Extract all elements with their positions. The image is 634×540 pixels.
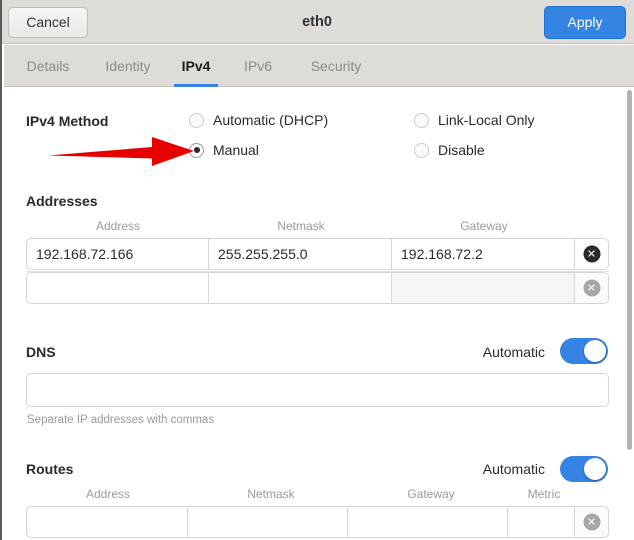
route-address-field-row1[interactable] xyxy=(26,506,188,538)
table-row: ✕ xyxy=(26,272,609,304)
route-metric-field-row1[interactable] xyxy=(508,506,575,538)
dns-servers-input[interactable] xyxy=(26,373,609,407)
delete-address-row1-button[interactable]: ✕ xyxy=(575,238,609,270)
network-connection-dialog: eth0 Cancel Apply Details Identity IPv4 … xyxy=(0,0,634,540)
radio-link-local-only[interactable]: Link-Local Only xyxy=(414,112,535,128)
address-field-row1[interactable]: 192.168.72.166 xyxy=(26,238,209,270)
route-gateway-field-row1[interactable] xyxy=(348,506,508,538)
radio-disable[interactable]: Disable xyxy=(414,142,485,158)
tab-security[interactable]: Security xyxy=(296,45,376,87)
table-row: 192.168.72.166 255.255.255.0 192.168.72.… xyxy=(26,238,609,270)
delete-address-row2-button[interactable]: ✕ xyxy=(575,272,609,304)
cancel-button[interactable]: Cancel xyxy=(8,7,88,38)
routes-column-netmask: Netmask xyxy=(247,487,295,501)
tab-identity[interactable]: Identity xyxy=(92,45,164,87)
radio-automatic-dhcp[interactable]: Automatic (DHCP) xyxy=(189,112,328,128)
vertical-scrollbar-thumb[interactable] xyxy=(627,90,632,450)
tab-ipv4[interactable]: IPv4 xyxy=(172,45,220,87)
toggle-knob xyxy=(584,340,606,362)
close-icon: ✕ xyxy=(583,513,600,531)
page-title: eth0 xyxy=(302,14,332,30)
netmask-field-row1[interactable]: 255.255.255.0 xyxy=(209,238,392,270)
apply-button[interactable]: Apply xyxy=(544,6,626,39)
gateway-field-row2[interactable] xyxy=(392,272,575,304)
tab-details[interactable]: Details xyxy=(14,45,82,87)
routes-automatic-label: Automatic xyxy=(482,461,545,477)
table-row: ✕ xyxy=(26,506,609,538)
addresses-column-netmask: Netmask xyxy=(277,219,325,233)
ipv4-settings-panel: IPv4 Method Automatic (DHCP) Manual Link… xyxy=(0,88,634,540)
radio-label-automatic-dhcp: Automatic (DHCP) xyxy=(213,112,329,128)
addresses-label: Addresses xyxy=(26,193,98,209)
address-field-row2[interactable] xyxy=(26,272,209,304)
header-bar: eth0 Cancel Apply xyxy=(0,0,634,44)
addresses-column-gateway: Gateway xyxy=(460,219,508,233)
routes-label: Routes xyxy=(26,461,74,477)
tab-bar: Details Identity IPv4 IPv6 Security xyxy=(0,45,634,87)
delete-route-row1-button[interactable]: ✕ xyxy=(575,506,609,538)
tab-ipv6[interactable]: IPv6 xyxy=(234,45,282,87)
radio-label-disable: Disable xyxy=(438,142,485,158)
radio-label-link-local-only: Link-Local Only xyxy=(438,112,535,128)
window-left-edge xyxy=(0,0,2,540)
radio-indicator-automatic-dhcp xyxy=(189,112,204,128)
window-left-edge-inner xyxy=(2,44,4,540)
ipv4-method-label: IPv4 Method xyxy=(26,113,109,129)
routes-column-metric: Metric xyxy=(527,487,561,501)
toggle-knob xyxy=(584,458,606,480)
radio-indicator-manual xyxy=(189,142,204,158)
netmask-field-row2[interactable] xyxy=(209,272,392,304)
addresses-column-address: Address xyxy=(95,219,141,233)
route-netmask-field-row1[interactable] xyxy=(188,506,348,538)
radio-label-manual: Manual xyxy=(213,142,259,158)
radio-indicator-link-local-only xyxy=(414,112,429,128)
routes-automatic-toggle[interactable] xyxy=(560,456,608,482)
dns-automatic-toggle[interactable] xyxy=(560,338,608,364)
close-icon: ✕ xyxy=(583,245,600,263)
routes-column-address: Address xyxy=(85,487,131,501)
dns-automatic-label: Automatic xyxy=(482,344,545,360)
close-icon: ✕ xyxy=(583,279,600,297)
dns-label: DNS xyxy=(26,344,56,360)
radio-indicator-disable xyxy=(414,142,429,158)
routes-column-gateway: Gateway xyxy=(407,487,455,501)
dns-hint: Separate IP addresses with commas xyxy=(27,414,215,426)
gateway-field-row1[interactable]: 192.168.72.2 xyxy=(392,238,575,270)
radio-manual[interactable]: Manual xyxy=(189,142,259,158)
